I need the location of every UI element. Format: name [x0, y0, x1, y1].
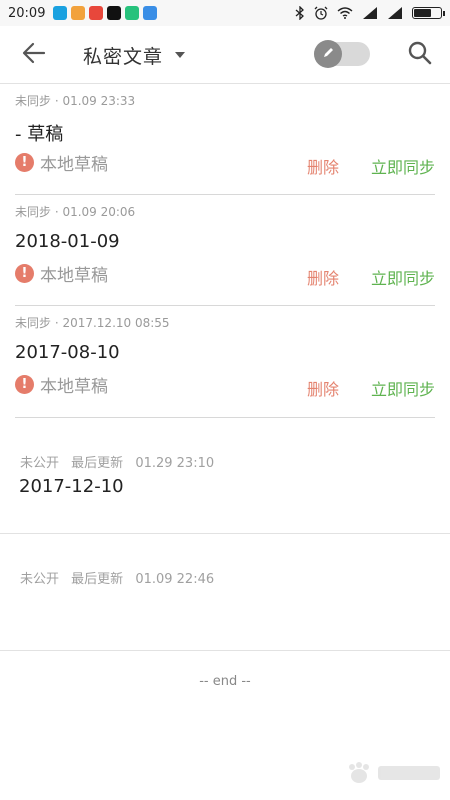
draft-title: - 草稿 — [15, 124, 64, 145]
local-draft-label: 本地草稿 — [40, 266, 108, 286]
draft-item-2[interactable]: 未同步 · 01.09 20:06 2018-01-09 ! 本地草稿 删除 立… — [0, 195, 450, 306]
baidu-watermark-logo — [344, 760, 444, 786]
app-icon-3 — [89, 6, 104, 20]
draft-meta: 未同步 · 01.09 20:06 — [15, 205, 136, 219]
delete-button[interactable]: 删除 — [307, 154, 339, 178]
search-icon — [407, 40, 433, 70]
battery-icon — [412, 7, 445, 19]
article-item-1[interactable]: 未公开 最后更新 01.29 23:10 2017-12-10 — [0, 418, 450, 534]
draft-title: 2018-01-09 — [15, 231, 120, 252]
signal-icon-2 — [387, 7, 403, 19]
caret-down-icon — [175, 52, 186, 58]
page-title: 私密文章 — [83, 45, 164, 68]
warning-icon: ! — [15, 153, 34, 172]
updated-time: 01.29 23:10 — [135, 456, 215, 471]
updated-label: 最后更新 — [71, 572, 124, 587]
local-draft-label: 本地草稿 — [40, 377, 108, 397]
updated-label: 最后更新 — [71, 456, 124, 471]
article-meta: 未公开 最后更新 01.29 23:10 — [20, 452, 222, 471]
article-meta: 未公开 最后更新 01.09 22:46 — [20, 568, 222, 587]
app-icon-2 — [71, 6, 86, 20]
back-button[interactable] — [18, 40, 50, 70]
pencil-icon — [321, 45, 335, 64]
sync-now-button[interactable]: 立即同步 — [371, 376, 435, 400]
local-draft-label: 本地草稿 — [40, 155, 108, 175]
delete-button[interactable]: 删除 — [307, 376, 339, 400]
draft-item-1[interactable]: 未同步 · 01.09 23:33 - 草稿 ! 本地草稿 删除 立即同步 — [0, 84, 450, 195]
app-icon-1 — [53, 6, 68, 20]
search-button[interactable] — [404, 40, 436, 70]
app-header: 私密文章 — [0, 26, 450, 84]
toggle-knob — [314, 40, 342, 68]
status-time: 20:09 — [8, 5, 46, 21]
title-dropdown[interactable]: 私密文章 — [83, 40, 186, 70]
arrow-left-icon — [22, 42, 46, 68]
warning-icon: ! — [15, 264, 34, 283]
wifi-icon — [337, 7, 353, 19]
draft-meta: 未同步 · 2017.12.10 08:55 — [15, 316, 170, 330]
warning-icon: ! — [15, 375, 34, 394]
list-end-marker: -- end -- — [199, 674, 251, 689]
sync-now-button[interactable]: 立即同步 — [371, 265, 435, 289]
visibility-label: 未公开 — [20, 456, 60, 471]
alarm-icon — [314, 6, 328, 20]
edit-mode-toggle[interactable] — [314, 40, 370, 68]
local-draft-indicator: ! 本地草稿 — [15, 150, 108, 175]
bluetooth-icon — [295, 6, 305, 20]
app-icon-6 — [143, 6, 158, 20]
draft-item-3[interactable]: 未同步 · 2017.12.10 08:55 2017-08-10 ! 本地草稿… — [0, 306, 450, 418]
app-icon-4 — [107, 6, 122, 20]
draft-meta: 未同步 · 01.09 23:33 — [15, 94, 136, 108]
draft-title: 2017-08-10 — [15, 342, 120, 363]
signal-icon-1 — [362, 7, 378, 19]
visibility-label: 未公开 — [20, 572, 60, 587]
updated-time: 01.09 22:46 — [135, 572, 215, 587]
status-bar: 20:09 — [0, 0, 450, 26]
local-draft-indicator: ! 本地草稿 — [15, 372, 108, 397]
article-item-2[interactable]: 未公开 最后更新 01.09 22:46 — [0, 534, 450, 651]
delete-button[interactable]: 删除 — [307, 265, 339, 289]
article-title: 2017-12-10 — [19, 476, 124, 497]
local-draft-indicator: ! 本地草稿 — [15, 261, 108, 286]
app-icon-5 — [125, 6, 140, 20]
sync-now-button[interactable]: 立即同步 — [371, 154, 435, 178]
